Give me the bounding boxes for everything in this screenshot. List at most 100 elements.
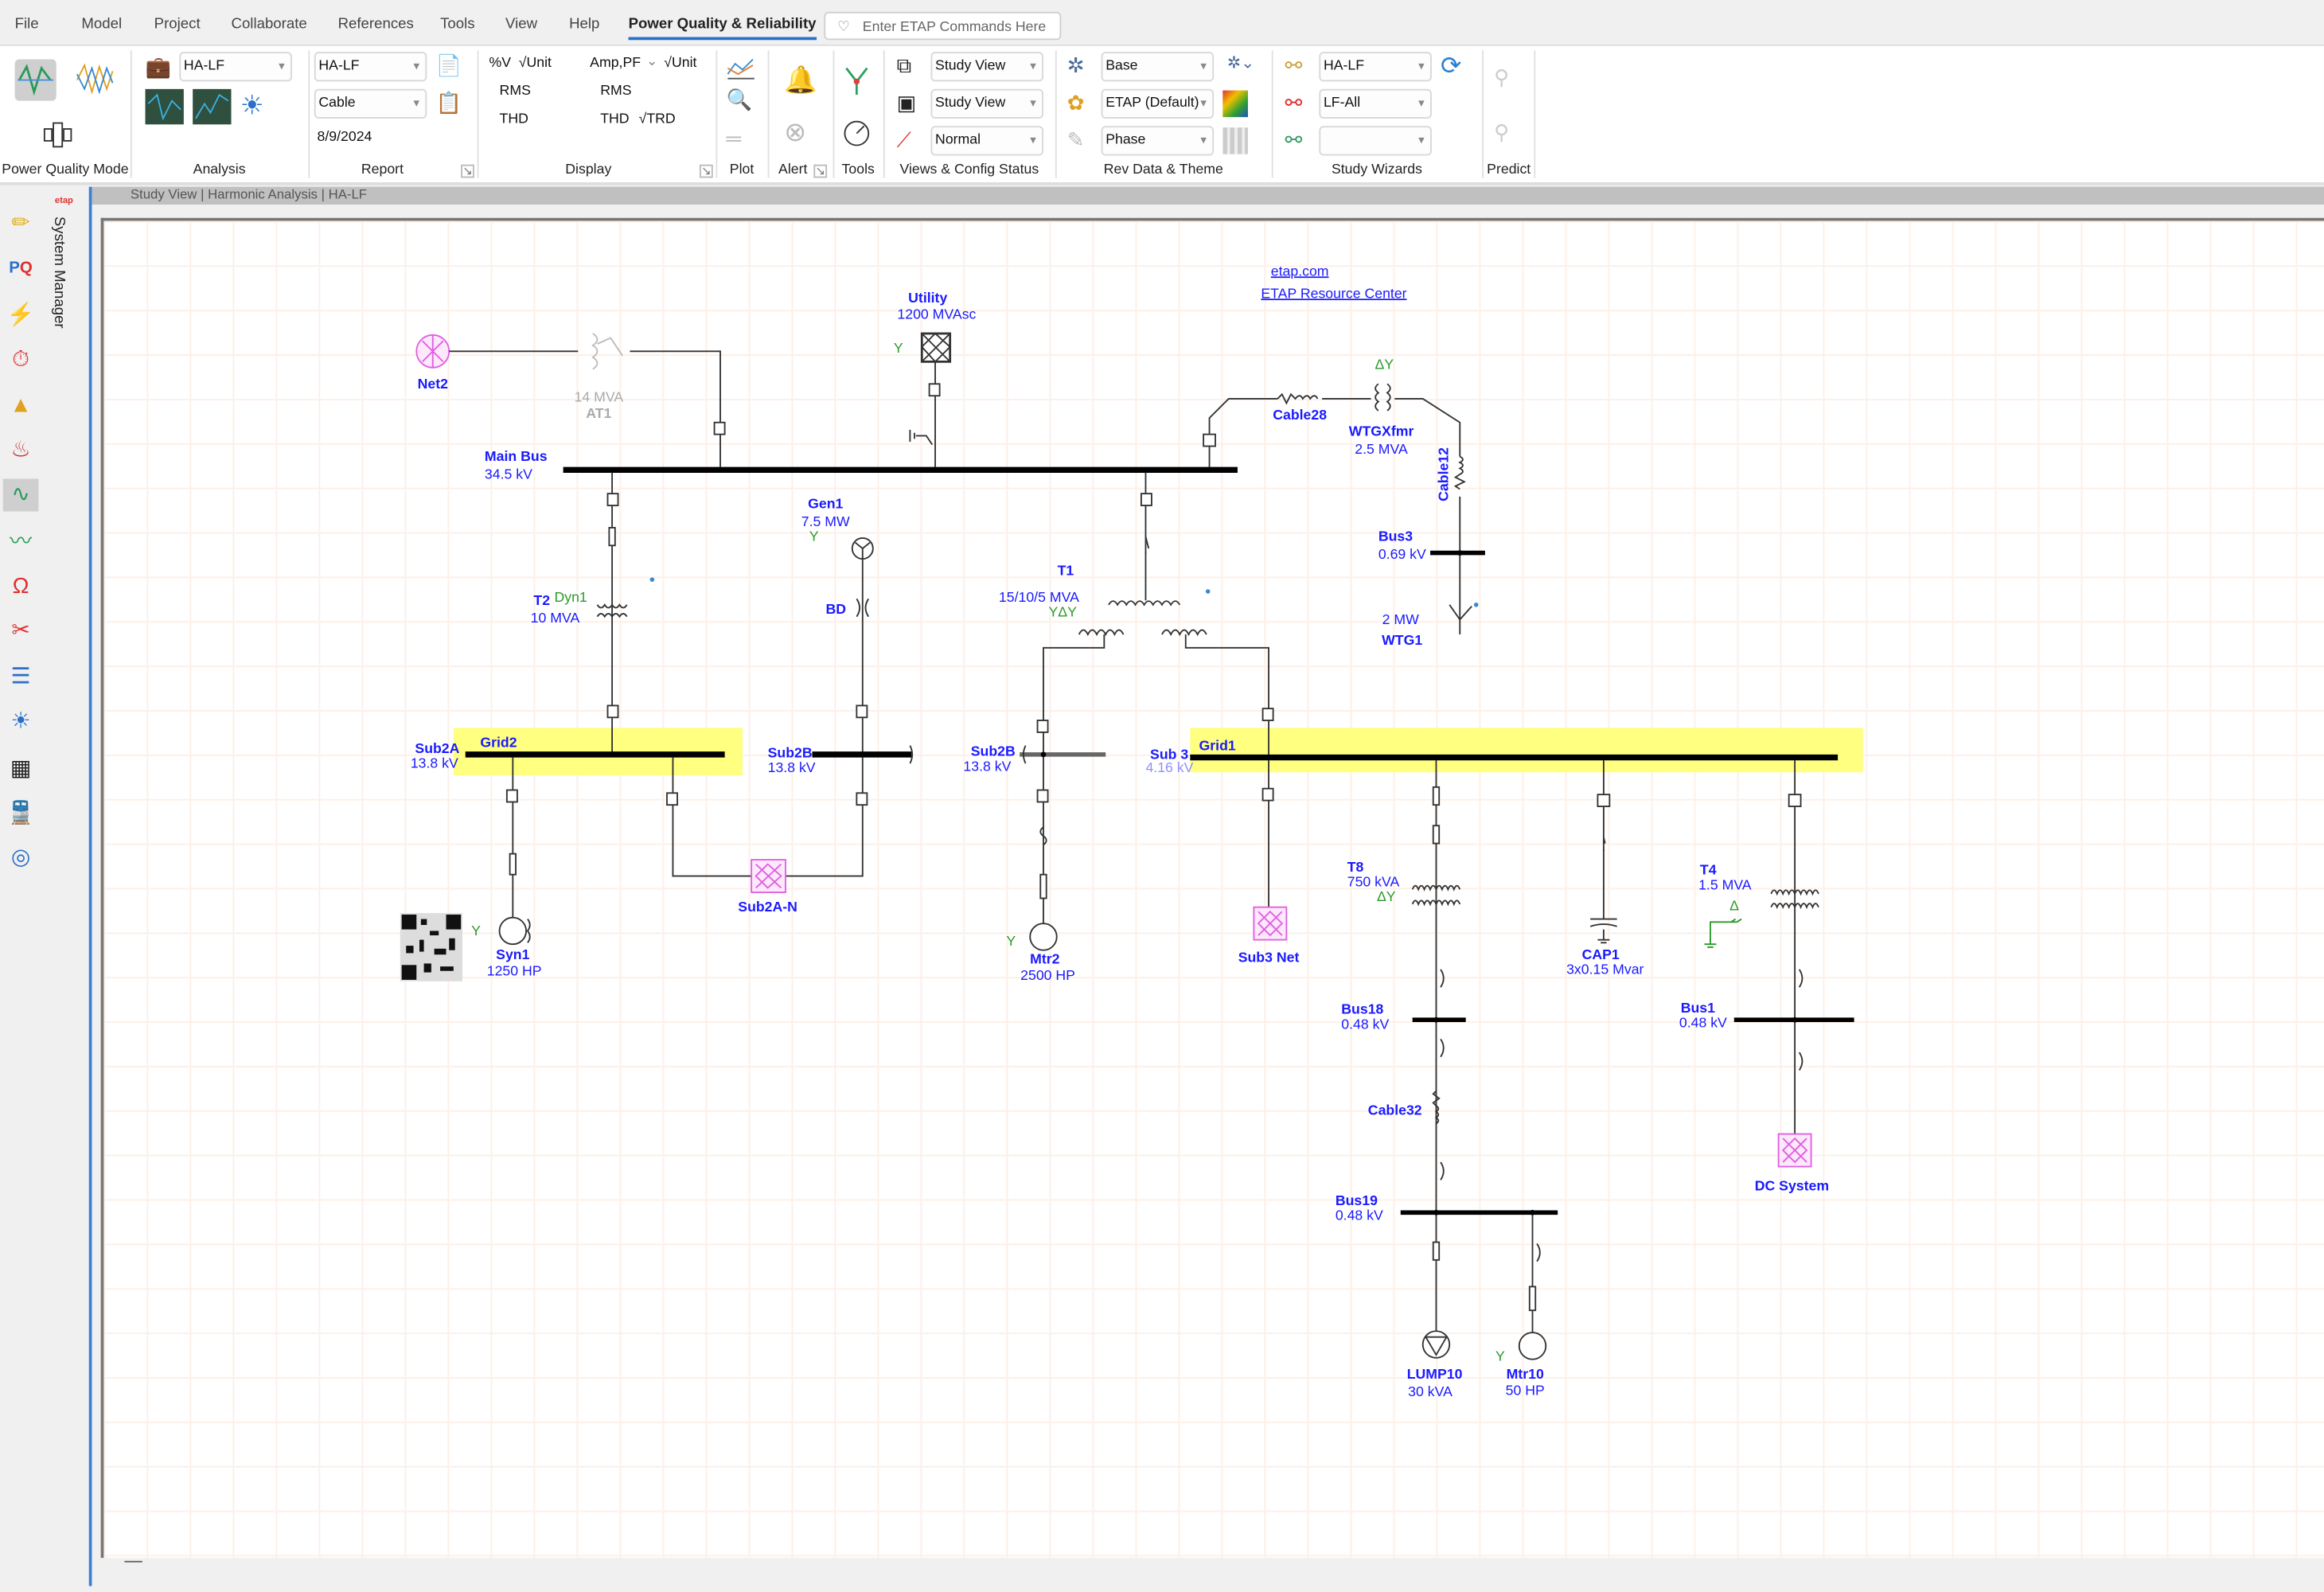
sub2a-name: Sub2A	[415, 740, 459, 756]
sub3-kv: 4.16 kV	[1145, 759, 1193, 775]
sub2b-right-name: Sub2B	[971, 743, 1016, 759]
fuse[interactable]	[1140, 493, 1152, 506]
cap1-capacitor[interactable]	[1589, 918, 1617, 927]
gen1-generator[interactable]	[851, 537, 874, 560]
cable28[interactable]	[1277, 392, 1319, 405]
bus18-name: Bus18	[1341, 1001, 1383, 1017]
mtr10-rating: 50 HP	[1506, 1382, 1545, 1398]
net2-grid[interactable]	[415, 334, 450, 369]
grid1-label: Grid1	[1199, 737, 1236, 753]
breaker[interactable]	[856, 792, 868, 806]
breaker[interactable]	[1788, 794, 1802, 807]
grid2-label: Grid2	[480, 735, 517, 751]
mtr2-connection: Y	[1006, 933, 1016, 949]
fuse[interactable]	[608, 527, 616, 547]
fuse[interactable]	[1528, 1286, 1537, 1312]
breaker[interactable]	[1440, 1038, 1445, 1058]
mtr10-connection: Y	[1495, 1348, 1505, 1364]
breaker[interactable]	[1036, 720, 1049, 733]
bus19-name: Bus19	[1336, 1192, 1378, 1208]
bus18-kv: 0.48 kV	[1341, 1016, 1389, 1032]
breaker[interactable]	[1261, 708, 1274, 721]
breaker[interactable]	[856, 704, 868, 719]
breaker[interactable]	[666, 792, 678, 806]
qr-code	[400, 913, 463, 981]
breaker[interactable]	[1203, 433, 1216, 447]
sub3-net-network[interactable]	[1253, 906, 1288, 941]
cable32-label: Cable32	[1368, 1102, 1422, 1118]
fuse[interactable]	[1432, 825, 1441, 845]
t8-name: T8	[1347, 859, 1364, 875]
one-line-diagram: etap.com ETAP Resource Center Main Bus 3…	[400, 263, 1863, 1399]
mtr10-motor[interactable]	[1518, 1332, 1547, 1360]
wtgxfmr-name: WTGXfmr	[1349, 423, 1414, 439]
net2-label: Net2	[418, 376, 449, 392]
gen1-rating: 7.5 MW	[801, 513, 850, 529]
breaker[interactable]	[1261, 787, 1274, 802]
breaker[interactable]	[505, 789, 518, 803]
at1-name: AT1	[586, 405, 611, 421]
breaker[interactable]	[1440, 1161, 1445, 1180]
utility-source[interactable]	[920, 332, 952, 363]
bus1-name: Bus1	[1681, 1000, 1715, 1016]
breaker[interactable]	[1036, 789, 1049, 803]
resource-center-link[interactable]: ETAP Resource Center	[1261, 285, 1406, 301]
main-bus-name: Main Bus	[485, 448, 548, 464]
cap1-rating: 3x0.15 Mvar	[1566, 961, 1644, 977]
wtgxfmr-transformer[interactable]	[1375, 383, 1391, 412]
lump10-rating: 30 kVA	[1408, 1383, 1452, 1399]
sub2b-right-kv: 13.8 kV	[963, 758, 1011, 774]
syn1-connection: Y	[471, 923, 481, 938]
breaker[interactable]	[606, 704, 619, 719]
t4-connection: Δ	[1729, 897, 1739, 913]
sub2b-kv: 13.8 kV	[768, 759, 816, 775]
breaker[interactable]	[928, 383, 941, 397]
cable12-label: Cable12	[1435, 447, 1451, 501]
t4-name: T4	[1700, 862, 1717, 878]
grounding-icon	[1704, 918, 1742, 948]
utility-connection: Y	[894, 340, 903, 356]
at1-autotransformer[interactable]	[591, 333, 623, 370]
mtr2-rating: 2500 HP	[1020, 967, 1075, 983]
t2-rating: 10 MVA	[531, 610, 580, 626]
breaker[interactable]	[1597, 794, 1611, 807]
dc-system-network[interactable]	[1777, 1133, 1812, 1168]
breaker[interactable]	[1798, 1052, 1803, 1071]
utility-rating: 1200 MVAsc	[897, 306, 976, 322]
t1-transformer[interactable]	[1108, 600, 1181, 607]
cable28-label: Cable28	[1273, 407, 1327, 423]
gen1-connection: Y	[809, 529, 819, 544]
gen1-name: Gen1	[808, 496, 843, 512]
at1-rating: 14 MVA	[575, 389, 624, 405]
breaker[interactable]	[1536, 1243, 1541, 1262]
mtr2-motor[interactable]	[1029, 923, 1058, 951]
t2-name: T2	[533, 592, 550, 608]
t1-rating: 15/10/5 MVA	[999, 589, 1079, 605]
bus3-name: Bus3	[1378, 529, 1413, 544]
grid1-highlight	[1190, 728, 1863, 773]
wtgxfmr-connection: ΔY	[1375, 357, 1394, 373]
fuse[interactable]	[606, 493, 619, 506]
sub2a-kv: 13.8 kV	[411, 755, 458, 771]
cable12[interactable]	[1453, 455, 1466, 490]
t4-rating: 1.5 MVA	[1698, 876, 1752, 892]
lump10-name: LUMP10	[1407, 1366, 1463, 1382]
fuse[interactable]	[1432, 1241, 1441, 1261]
wtg1-name: WTG1	[1382, 632, 1422, 648]
syn1-motor[interactable]	[498, 916, 528, 946]
breaker[interactable]	[1798, 969, 1803, 988]
breaker[interactable]	[713, 421, 726, 435]
ground-switch[interactable]	[909, 430, 934, 446]
sub2a-n-network[interactable]	[751, 859, 786, 893]
t8-connection: ΔY	[1377, 888, 1396, 904]
breaker[interactable]	[1440, 969, 1445, 988]
etap-link[interactable]: etap.com	[1271, 263, 1329, 279]
dc-system-label: DC System	[1755, 1177, 1829, 1193]
lump10-load[interactable]	[1421, 1330, 1451, 1359]
wtgxfmr-rating: 2.5 MVA	[1355, 441, 1408, 457]
fuse[interactable]	[1432, 786, 1441, 806]
sub3-net-label: Sub3 Net	[1238, 950, 1300, 966]
fuse[interactable]	[1039, 873, 1047, 899]
bus3-kv: 0.69 kV	[1378, 546, 1426, 562]
fuse[interactable]	[509, 853, 517, 876]
